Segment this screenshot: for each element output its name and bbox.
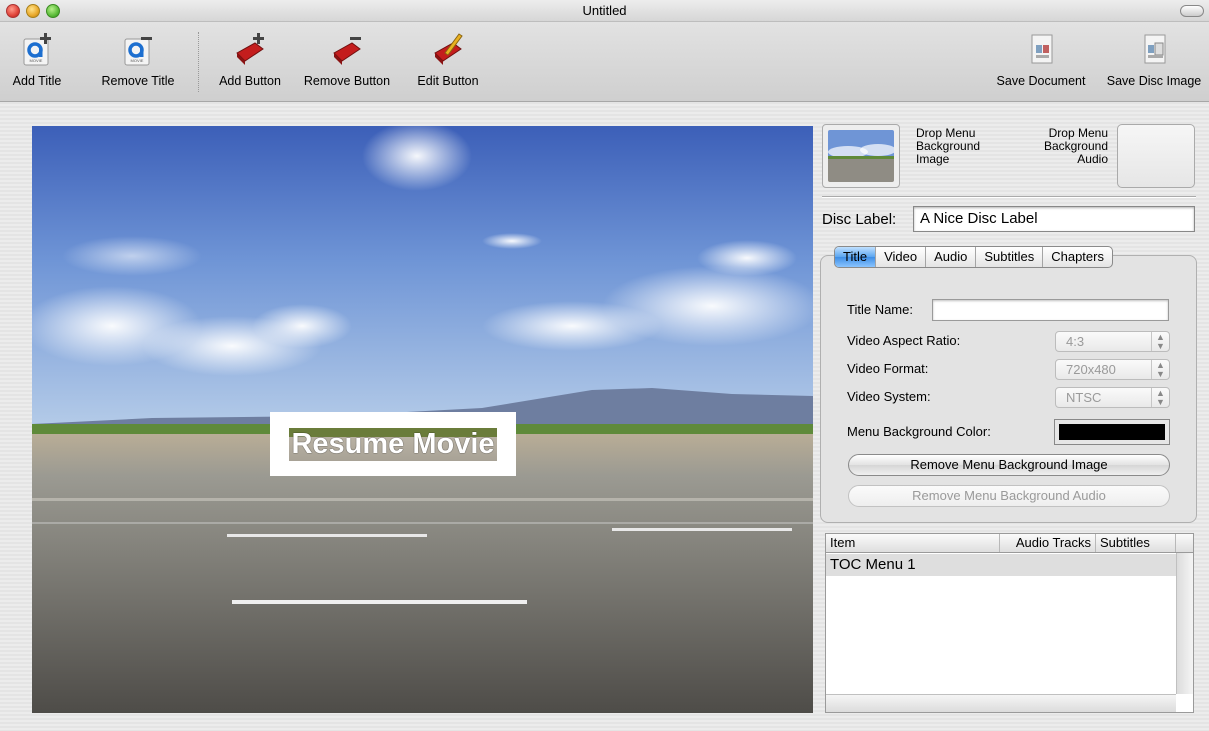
remove-title-button[interactable]: MOVIE Remove Title (94, 26, 182, 90)
save-disc-image-icon (1144, 34, 1166, 64)
title-name-field[interactable] (932, 299, 1169, 321)
edit-button-icon (434, 33, 463, 65)
window-title: Untitled (582, 3, 627, 18)
column-subtitles[interactable]: Subtitles (1096, 534, 1176, 552)
vertical-scrollbar[interactable] (1176, 553, 1193, 694)
drop-audio-label: Drop Menu Background Audio (1043, 126, 1108, 166)
add-title-button[interactable]: MOVIE Add Title (2, 26, 72, 90)
horizontal-scrollbar[interactable] (826, 694, 1176, 712)
remove-bg-image-button[interactable]: Remove Menu Background Image (848, 454, 1170, 476)
bg-color-label: Menu Background Color: (847, 424, 991, 439)
column-audio-tracks[interactable]: Audio Tracks (1000, 534, 1096, 552)
video-format-label: Video Format: (847, 361, 929, 376)
items-table: Item Audio Tracks Subtitles TOC Menu 1 (825, 533, 1194, 713)
aspect-ratio-popup[interactable]: 4:3 ▲ ▼ (1055, 331, 1170, 352)
save-document-button[interactable]: Save Document (988, 26, 1094, 90)
save-document-icon (1031, 34, 1053, 64)
tab-chapters[interactable]: Chapters (1043, 247, 1112, 267)
resume-movie-menu-button[interactable]: Resume Movie (270, 412, 516, 476)
add-title-label: Add Title (12, 74, 62, 88)
video-system-popup[interactable]: NTSC ▲ ▼ (1055, 387, 1170, 408)
title-name-label: Title Name: (847, 302, 913, 317)
disc-label-field[interactable]: A Nice Disc Label (913, 206, 1195, 232)
popup-arrows-icon: ▲ ▼ (1151, 360, 1169, 379)
toolbar-toggle-button[interactable] (1180, 5, 1204, 17)
background-thumbnail (828, 130, 894, 182)
table-row[interactable]: TOC Menu 1 (826, 554, 1176, 576)
save-disc-image-label: Save Disc Image (1106, 74, 1202, 88)
add-button-icon (236, 33, 264, 65)
menu-preview[interactable]: Resume Movie (32, 126, 813, 713)
add-button-button[interactable]: Add Button (210, 26, 290, 90)
drop-image-label: Drop Menu Background Image (916, 126, 981, 166)
table-header: Item Audio Tracks Subtitles (826, 534, 1193, 553)
tab-video[interactable]: Video (876, 247, 927, 267)
zoom-window-button[interactable] (46, 4, 60, 18)
video-system-label: Video System: (847, 389, 931, 404)
video-format-popup[interactable]: 720x480 ▲ ▼ (1055, 359, 1170, 380)
resume-movie-text: Resume Movie (289, 427, 497, 461)
toolbar: MOVIE Add Title MOVIE Remove Title Add B… (0, 22, 1209, 102)
save-disc-image-button[interactable]: Save Disc Image (1101, 26, 1207, 90)
bg-color-well[interactable] (1054, 419, 1170, 445)
bg-color-swatch (1059, 424, 1165, 440)
video-system-value: NTSC (1066, 390, 1102, 405)
add-title-icon: MOVIE (23, 33, 51, 66)
column-item[interactable]: Item (826, 534, 1000, 552)
row-item-name: TOC Menu 1 (830, 556, 916, 573)
remove-button-icon (333, 37, 361, 65)
svg-text:MOVIE: MOVIE (131, 58, 144, 63)
remove-button-label: Remove Button (303, 74, 391, 88)
tab-audio[interactable]: Audio (926, 247, 977, 267)
toolbar-separator (198, 32, 199, 92)
remove-title-icon: MOVIE (124, 37, 152, 66)
remove-bg-audio-button[interactable]: Remove Menu Background Audio (848, 485, 1170, 507)
background-audio-well[interactable] (1117, 124, 1195, 188)
edit-button-button[interactable]: Edit Button (410, 26, 486, 90)
minimize-window-button[interactable] (26, 4, 40, 18)
svg-text:MOVIE: MOVIE (30, 58, 43, 63)
add-button-label: Add Button (219, 74, 281, 88)
app-window: Untitled MOVIE Add Title MOVIE Remove Ti… (0, 0, 1209, 731)
tab-bar: Title Video Audio Subtitles Chapters (834, 246, 1113, 268)
aspect-ratio-value: 4:3 (1066, 334, 1085, 349)
save-document-label: Save Document (996, 74, 1086, 88)
popup-arrows-icon: ▲ ▼ (1151, 388, 1169, 407)
edit-button-label: Edit Button (417, 74, 479, 88)
aspect-ratio-label: Video Aspect Ratio: (847, 333, 961, 348)
close-window-button[interactable] (6, 4, 20, 18)
background-image-well[interactable] (822, 124, 900, 188)
title-bar: Untitled (0, 0, 1209, 22)
tab-subtitles[interactable]: Subtitles (976, 247, 1044, 267)
tab-title[interactable]: Title (835, 247, 877, 267)
drop-wells: Drop Menu Background Image Drop Menu Bac… (822, 124, 1196, 190)
remove-button-button[interactable]: Remove Button (297, 26, 397, 90)
video-format-value: 720x480 (1066, 362, 1116, 377)
remove-title-label: Remove Title (101, 74, 175, 88)
popup-arrows-icon: ▲ ▼ (1151, 332, 1169, 351)
divider (822, 196, 1196, 198)
disc-label-caption: Disc Label: (822, 211, 897, 228)
